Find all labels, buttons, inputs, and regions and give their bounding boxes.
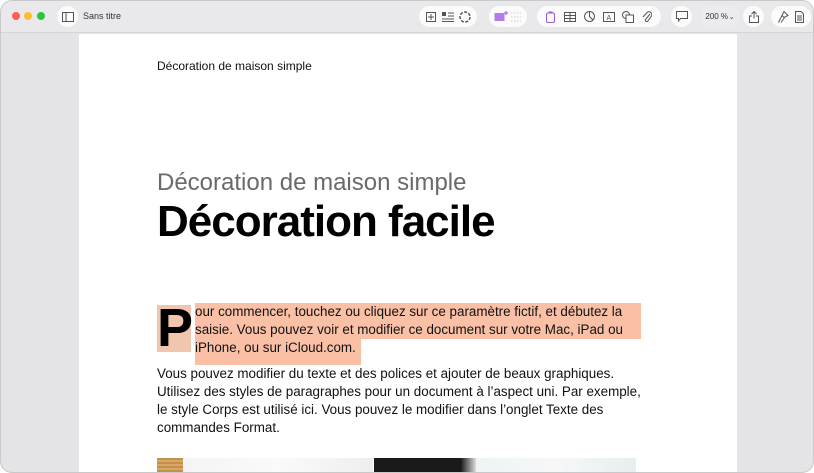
placeholder-paragraph[interactable]: P our commencer, touchez ou cliquez sur … bbox=[157, 298, 641, 369]
paragraph-line: our commencer, touchez ou cliquez sur ce… bbox=[195, 304, 623, 319]
chevron-down-icon: ⌄ bbox=[728, 13, 735, 21]
chart-icon[interactable] bbox=[581, 9, 597, 25]
document-page[interactable]: Décoration de maison simple Décoration d… bbox=[79, 34, 737, 472]
document-icon[interactable] bbox=[791, 9, 807, 25]
attachment-icon[interactable] bbox=[639, 9, 655, 25]
grid-icon[interactable] bbox=[508, 9, 523, 25]
close-button[interactable] bbox=[12, 12, 20, 20]
page-title[interactable]: Décoration facile bbox=[157, 197, 496, 247]
insert-group bbox=[419, 6, 477, 27]
format-icon[interactable] bbox=[457, 9, 473, 25]
text-icon[interactable]: A bbox=[601, 9, 617, 25]
comment-icon bbox=[674, 9, 690, 25]
table-icon[interactable] bbox=[562, 9, 578, 25]
insert-page-icon[interactable] bbox=[423, 9, 439, 25]
format-brush-icon[interactable] bbox=[775, 9, 791, 25]
page-header[interactable]: Décoration de maison simple bbox=[157, 59, 312, 73]
paragraph-line: iPhone, ou sur iCloud.com. bbox=[195, 340, 356, 355]
subtitle[interactable]: Décoration de maison simple bbox=[157, 169, 466, 197]
image-light[interactable] bbox=[476, 458, 636, 472]
toolbar: Sans titre A 200 % ⌄ bbox=[1, 1, 813, 33]
media-icon[interactable] bbox=[493, 9, 508, 25]
zoom-menu[interactable]: 200 % ⌄ bbox=[701, 6, 739, 27]
sidebar-toggle-button[interactable] bbox=[57, 6, 78, 27]
zoom-window-button[interactable] bbox=[37, 12, 45, 20]
drop-cap: P bbox=[157, 298, 194, 358]
minimize-button[interactable] bbox=[24, 12, 32, 20]
zoom-value: 200 % bbox=[705, 12, 729, 21]
inspector-group bbox=[771, 6, 811, 27]
svg-text:A: A bbox=[606, 15, 611, 22]
paragraph-line: saisie. Vous pouvez voir et modifier ce … bbox=[195, 322, 623, 337]
image-dark[interactable] bbox=[374, 458, 476, 472]
sidebar-icon bbox=[60, 9, 76, 25]
app-window: Sans titre A 200 % ⌄ Décoration de maison… bbox=[0, 0, 814, 473]
document-title: Sans titre bbox=[83, 11, 122, 21]
body-paragraph[interactable]: Vous pouvez modifier du texte et des pol… bbox=[157, 365, 647, 437]
share-button[interactable] bbox=[743, 6, 764, 27]
image-room[interactable] bbox=[183, 458, 373, 472]
comment-button[interactable] bbox=[671, 6, 692, 27]
text-box-icon[interactable] bbox=[543, 9, 559, 25]
media-group bbox=[489, 6, 527, 27]
image-wood[interactable] bbox=[157, 458, 183, 472]
share-icon bbox=[746, 9, 762, 25]
objects-group: A bbox=[537, 6, 661, 27]
text-list-icon[interactable] bbox=[440, 9, 456, 25]
shape-icon[interactable] bbox=[620, 9, 636, 25]
